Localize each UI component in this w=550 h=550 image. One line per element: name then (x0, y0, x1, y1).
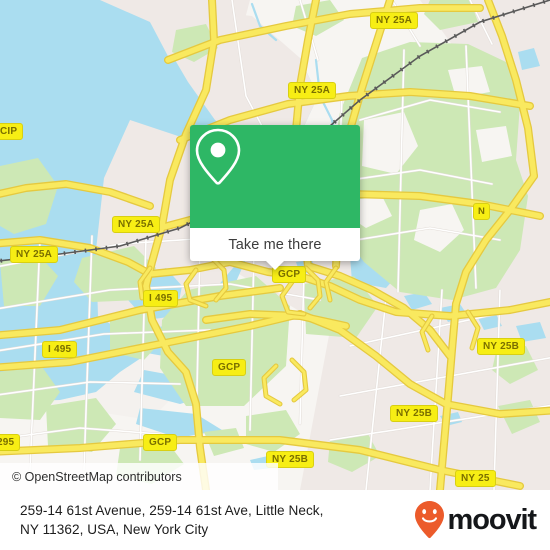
shield-i495-1: I 495 (143, 290, 179, 307)
moovit-wordmark: moovit (447, 503, 538, 536)
shield-ny-25a-3: NY 25A (112, 216, 161, 233)
moovit-logo[interactable]: moovit (413, 499, 538, 541)
popup-action-area[interactable]: Take me there (190, 228, 360, 270)
map-attribution[interactable]: © OpenStreetMap contributors (0, 463, 278, 490)
address-line-2: NY 11362, USA, New York City (20, 522, 209, 537)
map-pin-icon (195, 128, 241, 185)
bottom-info-bar: 259-14 61st Avenue, 259-14 61st Ave, Lit… (0, 490, 550, 550)
shield-ny-25a-4: NY 25A (10, 246, 59, 263)
shield-i495-2: I 495 (42, 341, 78, 358)
address-line-1: 259-14 61st Avenue, 259-14 61st Ave, Lit… (20, 502, 324, 518)
shield-gcp-3: GCP (143, 434, 178, 451)
shield-ny-25: NY 25 (455, 470, 496, 487)
shield-ny-25a-2: NY 25A (288, 82, 337, 99)
moovit-map-screenshot: .land{fill:#efe9e6} .water{fill:#aaddf0}… (0, 0, 550, 550)
shield-ny-25a-1: NY 25A (370, 12, 419, 29)
moovit-pin-smiley-icon (414, 501, 444, 539)
take-me-there-label: Take me there (228, 236, 322, 253)
address-text: 259-14 61st Avenue, 259-14 61st Ave, Lit… (20, 501, 413, 540)
attribution-text: © OpenStreetMap contributors (12, 469, 182, 484)
shield-295: 295 (0, 434, 21, 451)
shield-ny-25b-1: NY 25B (477, 338, 526, 355)
shield-cip: CIP (0, 123, 24, 140)
map-marker-popup[interactable]: Take me there (190, 125, 360, 270)
popup-tail (265, 260, 285, 270)
shield-n: N (473, 203, 491, 220)
map-canvas[interactable]: .land{fill:#efe9e6} .water{fill:#aaddf0}… (0, 0, 550, 490)
popup-icon-area (190, 125, 360, 228)
shield-gcp-2: GCP (212, 359, 247, 376)
shield-ny-25b-2: NY 25B (390, 405, 439, 422)
